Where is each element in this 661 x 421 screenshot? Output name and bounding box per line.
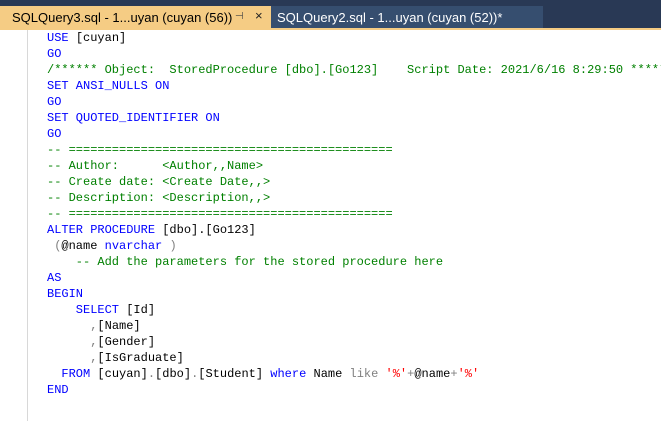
- code-line[interactable]: END: [47, 382, 661, 398]
- code-token: AS: [47, 271, 62, 285]
- pin-icon[interactable]: ⊣: [235, 11, 244, 22]
- code-token: USE: [47, 31, 76, 45]
- code-line[interactable]: -- =====================================…: [47, 142, 661, 158]
- code-token: ,: [47, 319, 98, 333]
- code-line[interactable]: (@name nvarchar ): [47, 238, 661, 254]
- close-icon[interactable]: ×: [255, 8, 263, 23]
- sql-code-area[interactable]: USE [cuyan] GO/****** Object: StoredProce…: [47, 30, 661, 398]
- code-token: '%': [385, 367, 408, 381]
- code-token: ,: [47, 351, 98, 365]
- code-token: SELECT: [47, 303, 127, 317]
- code-line[interactable]: ,[Gender]: [47, 334, 661, 350]
- code-line[interactable]: AS: [47, 270, 661, 286]
- code-token: ALTER PROCEDURE: [47, 223, 163, 237]
- code-token: GO: [47, 47, 62, 61]
- code-token: ): [169, 239, 177, 253]
- code-token: -- Add the parameters for the stored pro…: [47, 255, 444, 269]
- code-token: [IsGraduate]: [97, 351, 184, 365]
- tab-title: SQLQuery2.sql - 1...uyan (cuyan (52))*: [277, 9, 503, 25]
- code-token: -- =====================================…: [47, 207, 393, 221]
- code-line[interactable]: /****** Object: StoredProcedure [dbo].[G…: [47, 62, 661, 78]
- code-line[interactable]: SELECT [Id]: [47, 302, 661, 318]
- code-line[interactable]: -- Author: <Author,,Name>: [47, 158, 661, 174]
- code-token: END: [47, 383, 69, 397]
- code-line[interactable]: GO: [47, 46, 661, 62]
- code-token: nvarchar: [104, 239, 170, 253]
- code-token: Name: [313, 367, 350, 381]
- tab-sqlquery3[interactable]: SQLQuery3.sql - 1...uyan (cuyan (56)) ⊣ …: [0, 6, 271, 28]
- code-token: [cuyan]: [75, 31, 127, 45]
- code-token: [Student]: [198, 367, 271, 381]
- code-token: [dbo].[Go123]: [162, 223, 256, 237]
- code-token: [dbo]: [155, 367, 192, 381]
- code-token: .: [147, 367, 156, 381]
- code-token: like: [349, 367, 386, 381]
- code-line[interactable]: SET ANSI_NULLS ON: [47, 78, 661, 94]
- code-line[interactable]: GO: [47, 94, 661, 110]
- code-line[interactable]: BEGIN: [47, 286, 661, 302]
- code-token: -- Create date: <Create Date,,>: [47, 175, 271, 189]
- code-token: /****** Object: StoredProcedure [dbo].[G…: [47, 63, 661, 77]
- code-token: [cuyan]: [97, 367, 148, 381]
- code-line[interactable]: FROM [cuyan].[dbo].[Student] where Name …: [47, 366, 661, 382]
- code-token: FROM: [47, 367, 98, 381]
- code-token: (: [47, 239, 62, 253]
- code-line[interactable]: -- Description: <Description,,>: [47, 190, 661, 206]
- code-line[interactable]: ,[Name]: [47, 318, 661, 334]
- code-token: [Name]: [97, 319, 141, 333]
- code-token: GO: [47, 95, 62, 109]
- document-tab-bar: SQLQuery3.sql - 1...uyan (cuyan (56)) ⊣ …: [0, 0, 661, 28]
- editor-margin-divider: [27, 30, 28, 421]
- code-line[interactable]: GO: [47, 126, 661, 142]
- code-token: @name: [414, 367, 451, 381]
- code-line[interactable]: SET QUOTED_IDENTIFIER ON: [47, 110, 661, 126]
- code-token: +: [450, 367, 458, 381]
- code-token: where: [270, 367, 314, 381]
- code-token: -- Description: <Description,,>: [47, 191, 271, 205]
- code-line[interactable]: -- =====================================…: [47, 206, 661, 222]
- code-line[interactable]: ,[IsGraduate]: [47, 350, 661, 366]
- code-token: [Gender]: [97, 335, 156, 349]
- code-token: BEGIN: [47, 287, 84, 301]
- tab-sqlquery2[interactable]: SQLQuery2.sql - 1...uyan (cuyan (52))*: [271, 6, 543, 28]
- tab-title: SQLQuery3.sql - 1...uyan (cuyan (56)): [12, 9, 233, 25]
- code-line[interactable]: USE [cuyan]: [47, 30, 661, 46]
- code-line[interactable]: ALTER PROCEDURE [dbo].[Go123]: [47, 222, 661, 238]
- code-editor[interactable]: USE [cuyan] GO/****** Object: StoredProce…: [0, 30, 661, 421]
- code-line[interactable]: -- Add the parameters for the stored pro…: [47, 254, 661, 270]
- code-line[interactable]: -- Create date: <Create Date,,>: [47, 174, 661, 190]
- code-token: GO: [47, 127, 62, 141]
- code-token: '%': [457, 367, 480, 381]
- code-token: ,: [47, 335, 98, 349]
- code-token: SET ANSI_NULLS ON: [47, 79, 170, 93]
- code-token: [Id]: [126, 303, 156, 317]
- code-token: @name: [61, 239, 105, 253]
- code-token: -- Author: <Author,,Name>: [47, 159, 264, 173]
- code-token: SET QUOTED_IDENTIFIER ON: [47, 111, 220, 125]
- code-token: -- =====================================…: [47, 143, 393, 157]
